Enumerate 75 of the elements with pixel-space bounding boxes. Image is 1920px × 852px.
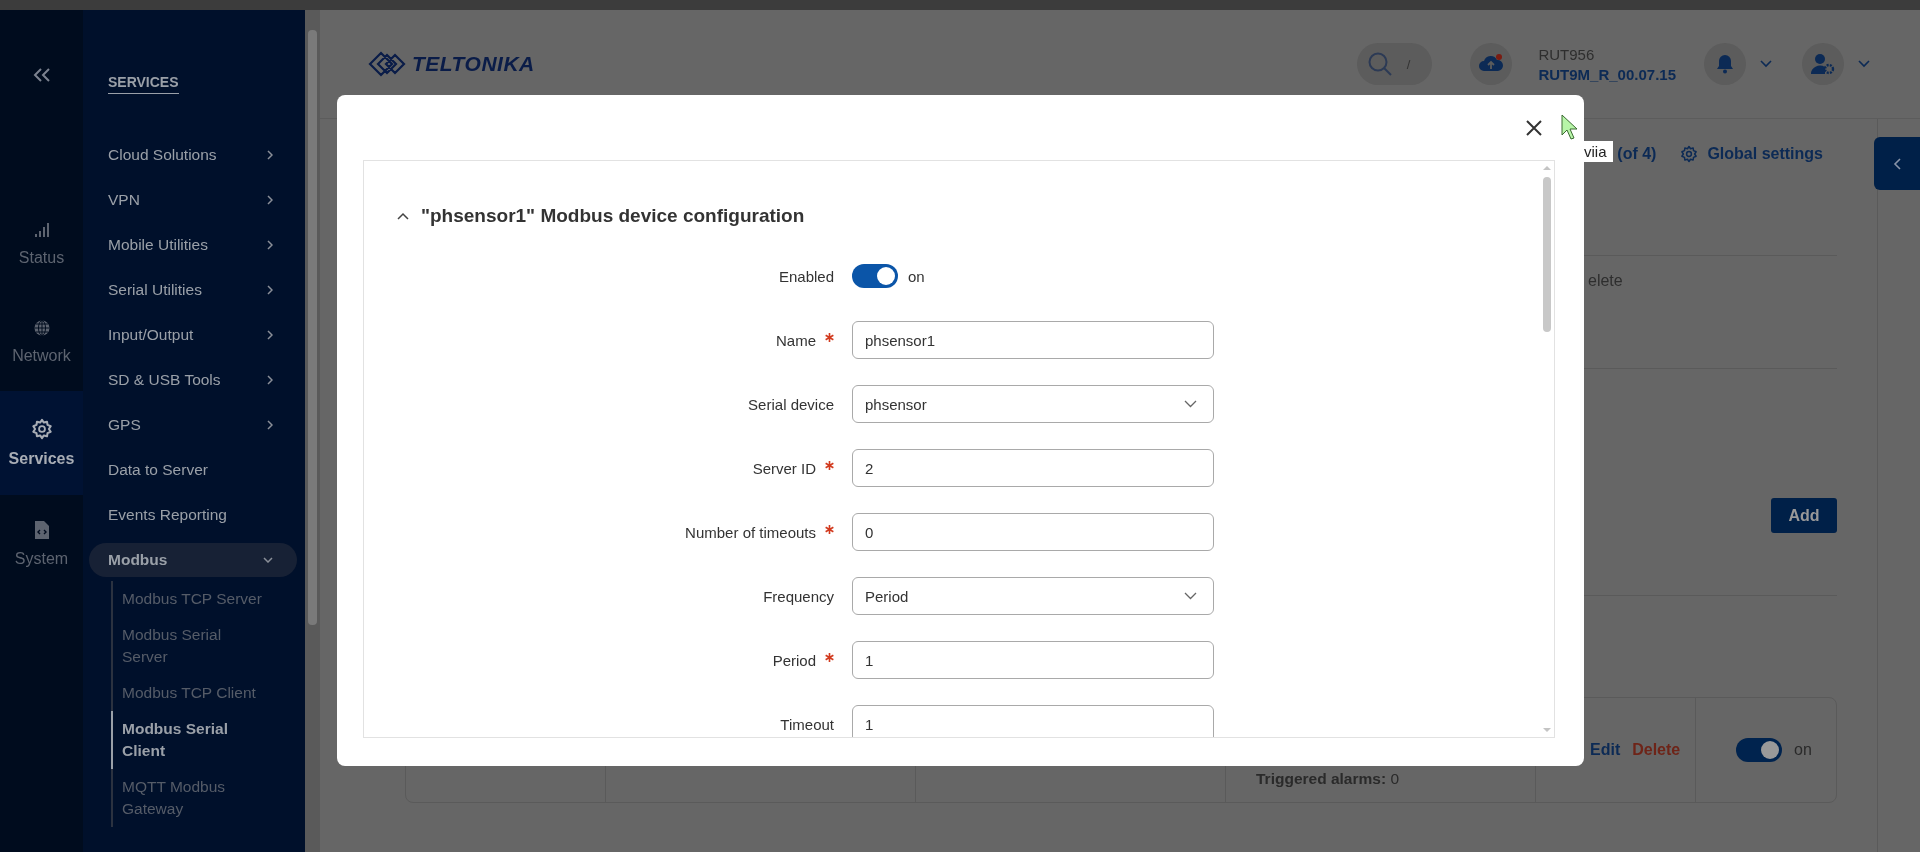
- panel-expand-button[interactable]: [1874, 137, 1920, 190]
- sidebar-item[interactable]: Serial Utilities: [89, 267, 297, 312]
- add-button[interactable]: Add: [1771, 498, 1837, 533]
- dropdown[interactable]: phsensor: [852, 385, 1214, 423]
- scrollbar-thumb[interactable]: [1543, 177, 1551, 332]
- toggle-state-text: on: [1794, 741, 1812, 759]
- chevron-right-icon: [267, 239, 273, 250]
- sidebar-item[interactable]: GPS: [89, 402, 297, 447]
- toggle-state-text: on: [908, 267, 925, 285]
- sidebar-item[interactable]: SD & USB Tools: [89, 357, 297, 402]
- chevron-right-icon: [267, 329, 273, 340]
- code-file-icon: [33, 520, 50, 540]
- chevron-left-icon: [1893, 157, 1901, 170]
- collapse-icon[interactable]: [31, 67, 52, 83]
- scrollbar[interactable]: [305, 10, 320, 852]
- close-icon: [1526, 119, 1542, 136]
- chevron-down-icon: [1184, 592, 1197, 600]
- field-label: Period: [772, 651, 816, 669]
- section-title: "phsensor1" Modbus device configuration: [421, 205, 805, 227]
- sidebar-item[interactable]: Mobile Utilities: [89, 222, 297, 267]
- cursor-icon: [1561, 114, 1577, 140]
- text-field[interactable]: phsensor1: [852, 321, 1214, 359]
- chevron-down-icon[interactable]: [1858, 60, 1870, 68]
- sidebar-item[interactable]: Cloud Solutions: [89, 132, 297, 177]
- chevron-down-icon[interactable]: [1760, 60, 1772, 68]
- field-label: Name: [776, 331, 816, 349]
- chevron-down-icon: [1184, 400, 1197, 408]
- text-field[interactable]: 1: [852, 705, 1214, 737]
- globe-icon: [32, 319, 51, 337]
- submenu-item[interactable]: Modbus Serial Client: [111, 711, 271, 769]
- chevron-down-icon: [263, 557, 273, 563]
- scroll-up-icon[interactable]: [1543, 165, 1551, 171]
- rail-item[interactable]: Services: [0, 391, 83, 495]
- field-label: Serial device: [748, 395, 834, 413]
- required-icon: [825, 461, 834, 470]
- triggered-alarms-text: Triggered alarms: 0: [1256, 770, 1399, 787]
- field-label: Timeout: [780, 715, 834, 733]
- field-label: Frequency: [763, 587, 834, 605]
- required-icon: [825, 333, 834, 342]
- sidebar-item[interactable]: VPN: [89, 177, 297, 222]
- dropdown[interactable]: Period: [852, 577, 1214, 615]
- field-label: Enabled: [778, 267, 834, 285]
- user-settings-button[interactable]: [1802, 43, 1844, 85]
- chevron-right-icon: [267, 419, 273, 430]
- user-gear-icon: [1811, 53, 1835, 75]
- text-field[interactable]: 2: [852, 449, 1214, 487]
- sidebar-item[interactable]: Input/Output: [89, 312, 297, 357]
- cloud-upload-button[interactable]: [1470, 43, 1513, 85]
- text-field[interactable]: 1: [852, 641, 1214, 679]
- chevron-right-icon: [267, 374, 273, 385]
- sidebar-heading: SERVICES: [108, 74, 179, 94]
- chevron-right-icon: [267, 284, 273, 295]
- chevron-right-icon: [267, 149, 273, 160]
- required-icon: [825, 653, 834, 662]
- enable-toggle[interactable]: [1736, 738, 1782, 762]
- field-label: Server ID: [752, 459, 816, 477]
- sidebar-item[interactable]: Data to Server: [89, 447, 297, 492]
- enable-toggle[interactable]: [852, 264, 898, 288]
- notifications-button[interactable]: [1704, 43, 1746, 85]
- gear-icon: [30, 418, 53, 440]
- search-icon: [1366, 51, 1393, 77]
- field-label: Number of timeouts: [685, 523, 816, 541]
- device-model: RUT956: [1538, 45, 1596, 63]
- collapse-button[interactable]: [397, 212, 409, 220]
- sidebar-item[interactable]: Events Reporting: [89, 492, 297, 537]
- pager-text: (of 4): [1617, 145, 1657, 163]
- sidebar-item[interactable]: Modbus: [89, 543, 297, 577]
- bell-icon: [1716, 54, 1734, 74]
- signal-icon: [32, 221, 51, 239]
- logo: TELTONIKA: [368, 51, 535, 77]
- gear-icon: [1680, 145, 1699, 163]
- chevron-right-icon: [267, 194, 273, 205]
- text-field[interactable]: 0: [852, 513, 1214, 551]
- required-icon: [825, 525, 834, 534]
- scroll-down-icon[interactable]: [1543, 727, 1551, 733]
